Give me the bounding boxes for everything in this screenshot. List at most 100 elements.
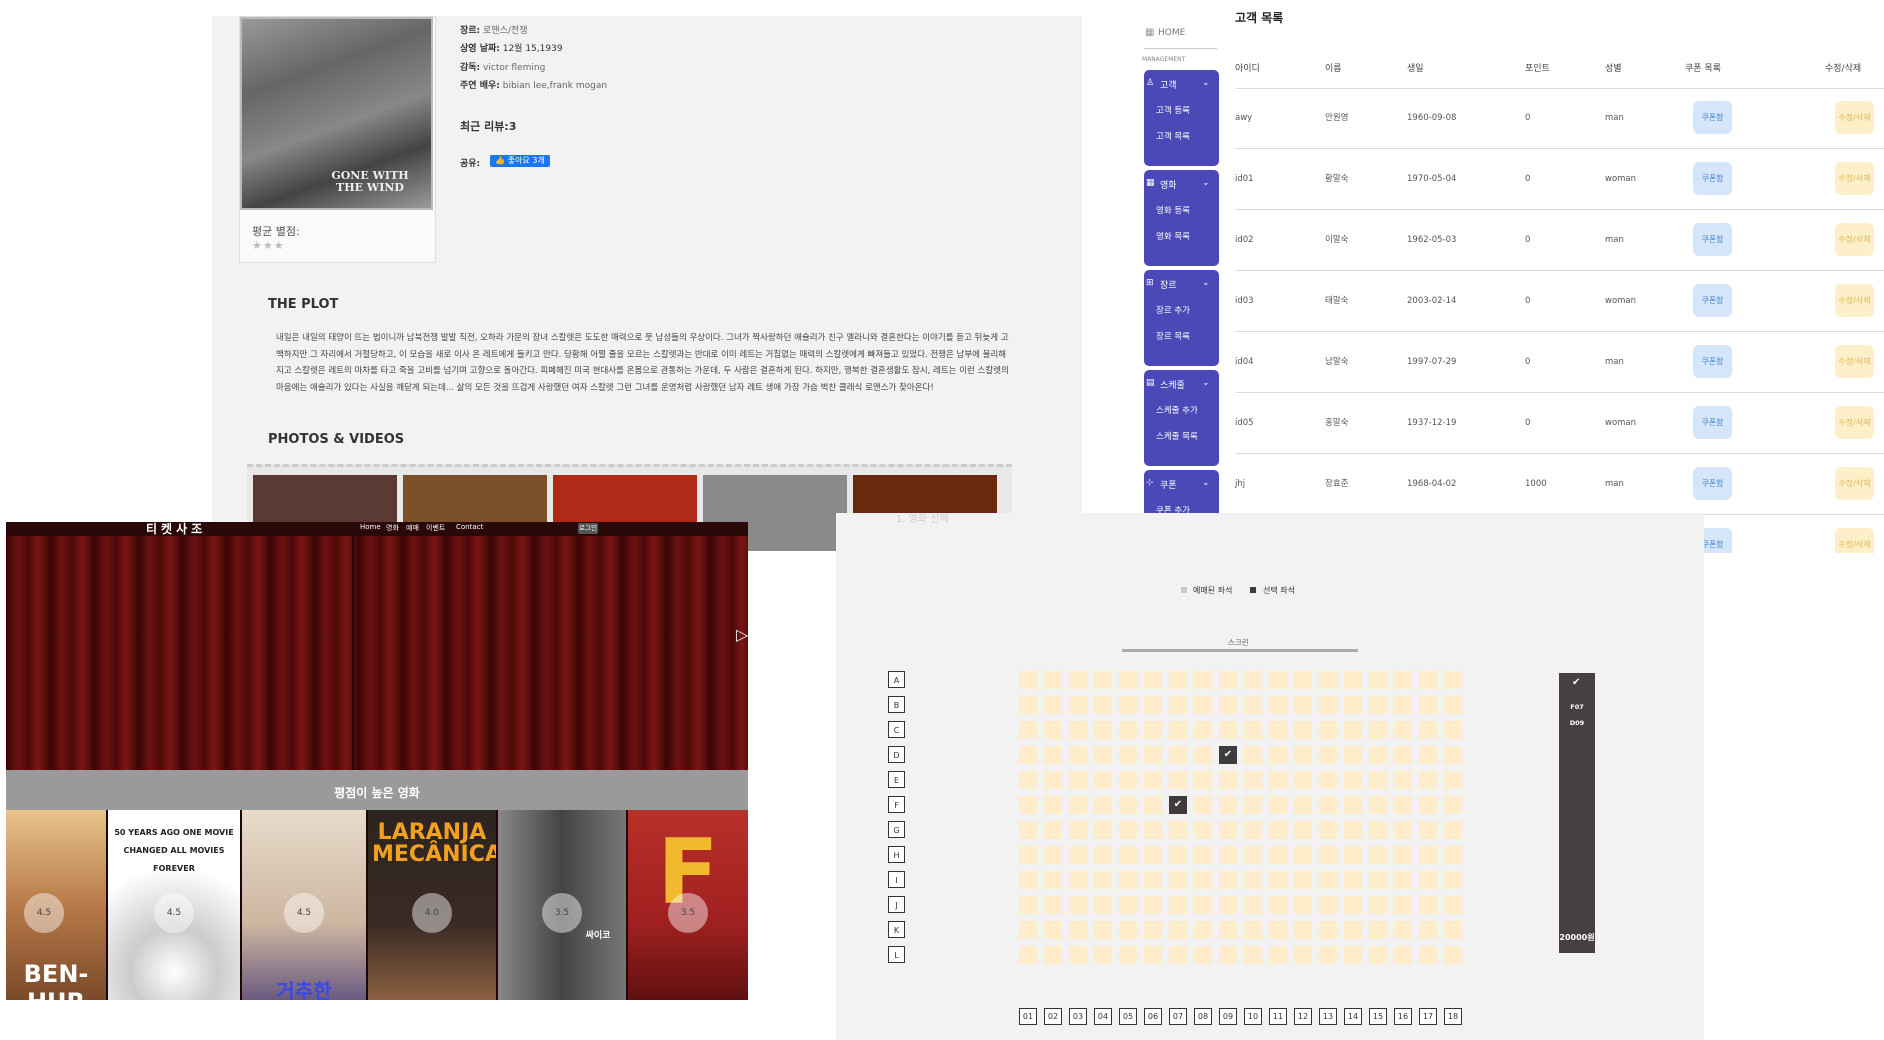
seat[interactable] [1344, 696, 1362, 714]
seat[interactable] [1319, 921, 1337, 939]
seat[interactable] [1194, 721, 1212, 739]
like-button[interactable]: 👍 좋아요 3개 [490, 155, 550, 167]
seat[interactable] [1294, 696, 1312, 714]
seat[interactable] [1069, 746, 1087, 764]
seat[interactable] [1094, 771, 1112, 789]
sidebar-item[interactable]: 영화 등록 [1156, 204, 1190, 216]
seat[interactable] [1394, 721, 1412, 739]
seat[interactable] [1194, 671, 1212, 689]
seat[interactable] [1419, 771, 1437, 789]
seat[interactable] [1019, 896, 1037, 914]
seat[interactable] [1069, 796, 1087, 814]
seat[interactable] [1269, 671, 1287, 689]
seat[interactable] [1419, 871, 1437, 889]
seat[interactable] [1244, 696, 1262, 714]
seat[interactable] [1094, 696, 1112, 714]
seat[interactable] [1244, 946, 1262, 964]
seat[interactable] [1244, 821, 1262, 839]
seat[interactable] [1144, 746, 1162, 764]
seat[interactable] [1344, 946, 1362, 964]
seat[interactable] [1069, 771, 1087, 789]
edit-delete-button[interactable]: 수정/삭제 [1835, 406, 1874, 439]
seat[interactable] [1419, 696, 1437, 714]
seat[interactable] [1119, 746, 1137, 764]
seat[interactable] [1269, 746, 1287, 764]
seat[interactable] [1169, 671, 1187, 689]
seat[interactable] [1369, 871, 1387, 889]
seat[interactable] [1394, 871, 1412, 889]
seat[interactable] [1344, 846, 1362, 864]
seat[interactable] [1069, 871, 1087, 889]
seat[interactable] [1119, 671, 1137, 689]
seat[interactable] [1219, 771, 1237, 789]
seat[interactable] [1194, 846, 1212, 864]
movie-poster-card[interactable]: BEN-HUR 4.5 [6, 810, 106, 1000]
movie-poster-card[interactable]: 50 YEARS AGO ONE MOVIE CHANGED ALL MOVIE… [108, 810, 240, 1000]
seat-selected[interactable]: ✔ [1219, 746, 1237, 764]
seat[interactable] [1244, 896, 1262, 914]
seat[interactable] [1294, 796, 1312, 814]
seat[interactable] [1194, 946, 1212, 964]
seat[interactable] [1269, 921, 1287, 939]
seat[interactable] [1294, 846, 1312, 864]
seat[interactable] [1119, 796, 1137, 814]
seat[interactable] [1344, 746, 1362, 764]
seat[interactable] [1444, 796, 1462, 814]
seat[interactable] [1119, 696, 1137, 714]
seat[interactable] [1394, 796, 1412, 814]
seat[interactable] [1444, 696, 1462, 714]
seat[interactable] [1419, 896, 1437, 914]
seat[interactable] [1319, 896, 1337, 914]
seat[interactable] [1344, 871, 1362, 889]
seat[interactable] [1044, 821, 1062, 839]
seat[interactable] [1094, 871, 1112, 889]
seat[interactable] [1144, 846, 1162, 864]
nav-movies[interactable]: 영화 [386, 523, 399, 533]
seat[interactable] [1369, 921, 1387, 939]
nav-contact[interactable]: Contact [456, 523, 483, 531]
seat[interactable] [1219, 671, 1237, 689]
seat[interactable] [1319, 721, 1337, 739]
seat[interactable] [1319, 821, 1337, 839]
coupon-box-button[interactable]: 쿠폰함 [1693, 101, 1732, 134]
sidebar-item[interactable]: 고객 등록 [1156, 104, 1190, 116]
seat[interactable] [1344, 771, 1362, 789]
seat[interactable] [1294, 946, 1312, 964]
seat[interactable] [1244, 771, 1262, 789]
seat[interactable] [1319, 696, 1337, 714]
seat[interactable] [1169, 946, 1187, 964]
seat[interactable] [1269, 771, 1287, 789]
seat[interactable] [1369, 671, 1387, 689]
seat[interactable] [1244, 671, 1262, 689]
seat[interactable] [1394, 671, 1412, 689]
seat[interactable] [1194, 896, 1212, 914]
seat[interactable] [1269, 871, 1287, 889]
seat[interactable] [1144, 696, 1162, 714]
seat[interactable] [1269, 796, 1287, 814]
seat[interactable] [1144, 796, 1162, 814]
nav-events[interactable]: 이벤트 [426, 523, 445, 533]
seat[interactable] [1219, 821, 1237, 839]
seat[interactable] [1319, 871, 1337, 889]
sidebar-item[interactable]: 영화 목록 [1156, 230, 1190, 242]
seat[interactable] [1019, 921, 1037, 939]
seat[interactable] [1069, 721, 1087, 739]
seat[interactable] [1444, 771, 1462, 789]
login-button[interactable]: 로그인 [578, 523, 598, 534]
seat[interactable] [1344, 896, 1362, 914]
seat[interactable] [1094, 796, 1112, 814]
seat[interactable] [1444, 871, 1462, 889]
seat[interactable] [1219, 696, 1237, 714]
seat[interactable] [1319, 671, 1337, 689]
seat[interactable] [1094, 946, 1112, 964]
seat[interactable] [1244, 721, 1262, 739]
seat[interactable] [1369, 946, 1387, 964]
seat[interactable] [1344, 796, 1362, 814]
seat[interactable] [1019, 796, 1037, 814]
seat[interactable] [1269, 846, 1287, 864]
seat[interactable] [1044, 871, 1062, 889]
seat[interactable] [1219, 946, 1237, 964]
seat[interactable] [1144, 671, 1162, 689]
recent-reviews[interactable]: 최근 리뷰:3 [460, 118, 516, 134]
sidebar-item[interactable]: 스케줄 추가 [1156, 404, 1198, 416]
